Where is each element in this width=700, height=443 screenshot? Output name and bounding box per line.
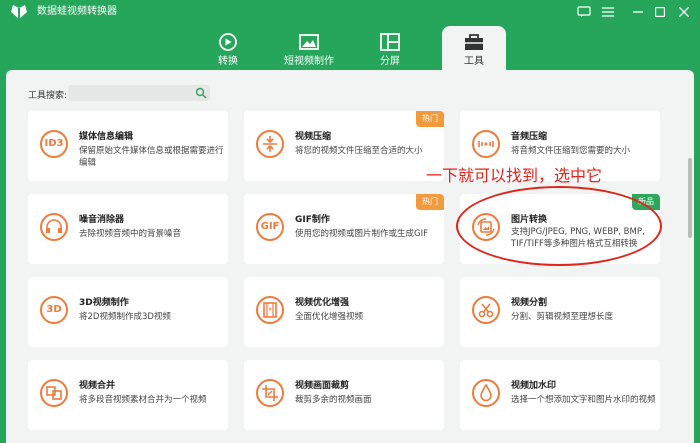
app-title: 数据蛙视频转换器 — [37, 6, 117, 17]
tool-description: 保留原始文件媒体信息或根据需要进行编辑 — [79, 146, 224, 168]
tool-card-noise-remover[interactable]: 噪音消除器 去除视频音频中的背景噪音 — [28, 194, 228, 264]
search-icon[interactable] — [195, 87, 207, 99]
minimize-icon[interactable] — [628, 2, 648, 22]
compress-icon — [256, 130, 284, 158]
tool-card-3d-video[interactable]: 3D 3D视频制作 将2D视频制作成3D视频 — [28, 277, 228, 347]
tool-description: 去除视频音频中的背景噪音 — [79, 229, 182, 239]
tool-description: 选择一个想添加文字和图片水印的视频 — [511, 395, 656, 405]
tab-label: 工具 — [464, 56, 484, 67]
search-input[interactable] — [68, 89, 188, 105]
tool-title: 视频压缩 — [295, 132, 332, 142]
main-nav: 转换 短视频制作 分屏 工具 — [0, 24, 700, 70]
tool-card-gif-maker[interactable]: GIF GIF制作 使用您的视频或图片制作或生成GIF 热门 — [244, 194, 444, 264]
tool-description: 使用您的视频或图片制作或生成GIF — [295, 229, 428, 239]
merge-icon — [40, 379, 68, 407]
tool-card-media-info[interactable]: ID3 媒体信息编辑 保留原始文件媒体信息或根据需要进行编辑 — [28, 111, 228, 181]
tool-title: 噪音消除器 — [79, 215, 125, 225]
close-icon[interactable] — [674, 2, 694, 22]
hot-badge: 热门 — [416, 111, 444, 127]
film-enhance-icon — [256, 296, 284, 324]
tab-label: 短视频制作 — [284, 56, 334, 67]
title-bar: 数据蛙视频转换器 — [0, 0, 700, 24]
annotation-text: 一下就可以找到，选中它 — [426, 166, 603, 185]
audio-compress-icon — [472, 130, 500, 158]
annotation-ellipse — [456, 186, 662, 266]
tool-title: GIF制作 — [295, 215, 330, 225]
tool-title: 视频分割 — [511, 298, 548, 308]
watermark-icon — [472, 379, 500, 407]
scissors-icon — [472, 296, 500, 324]
tab-convert[interactable]: 转换 — [196, 26, 260, 70]
tool-description: 全面优化增强视频 — [295, 312, 364, 322]
id3-icon: ID3 — [40, 130, 68, 158]
search-label: 工具搜索: — [28, 91, 68, 101]
short-video-icon — [299, 34, 319, 50]
tool-card-video-enhance[interactable]: 视频优化增强 全面优化增强视频 — [244, 277, 444, 347]
convert-icon — [219, 33, 237, 51]
tool-title: 视频合并 — [79, 381, 116, 391]
tool-card-video-crop[interactable]: 视频画面裁剪 裁剪多余的视频画面 — [244, 360, 444, 430]
tool-title: 视频优化增强 — [295, 298, 350, 308]
tool-card-video-split[interactable]: 视频分割 分割、剪辑视频至理想长度 — [460, 277, 660, 347]
split-screen-icon — [380, 33, 400, 51]
tool-title: 视频加水印 — [511, 381, 557, 391]
crop-icon — [256, 379, 284, 407]
tool-title: 媒体信息编辑 — [79, 132, 134, 142]
scrollbar[interactable] — [688, 158, 692, 238]
feedback-icon[interactable] — [574, 2, 594, 22]
menu-icon[interactable] — [598, 2, 618, 22]
app-logo-icon — [11, 5, 27, 19]
tab-short-video[interactable]: 短视频制作 — [276, 26, 342, 70]
toolbox-icon — [465, 34, 483, 50]
tool-title: 音频压缩 — [511, 132, 548, 142]
tool-title: 3D视频制作 — [79, 298, 129, 308]
headphones-icon — [40, 213, 68, 241]
search-box — [68, 85, 210, 105]
tool-description: 将音频文件压缩到您需要的大小 — [511, 146, 631, 156]
gif-icon: GIF — [256, 213, 284, 241]
tab-label: 转换 — [218, 56, 238, 67]
tool-description: 将2D视频制作成3D视频 — [79, 312, 171, 322]
3d-icon: 3D — [40, 296, 68, 324]
tool-description: 将多段音视频素材合并为一个视频 — [79, 395, 207, 405]
tool-description: 裁剪多余的视频画面 — [295, 395, 372, 405]
tool-card-watermark[interactable]: 视频加水印 选择一个想添加文字和图片水印的视频 — [460, 360, 660, 430]
tool-description: 分割、剪辑视频至理想长度 — [511, 312, 614, 322]
tool-card-video-merge[interactable]: 视频合并 将多段音视频素材合并为一个视频 — [28, 360, 228, 430]
tab-tools[interactable]: 工具 — [442, 26, 506, 70]
hot-badge: 热门 — [416, 194, 444, 210]
tab-split-screen[interactable]: 分屏 — [358, 26, 422, 70]
tool-title: 视频画面裁剪 — [295, 381, 350, 391]
maximize-icon[interactable] — [650, 2, 670, 22]
tool-description: 将您的视频文件压缩至合适的大小 — [295, 146, 423, 156]
tab-label: 分屏 — [380, 56, 400, 67]
tool-card-video-compress[interactable]: 视频压缩 将您的视频文件压缩至合适的大小 热门 — [244, 111, 444, 181]
